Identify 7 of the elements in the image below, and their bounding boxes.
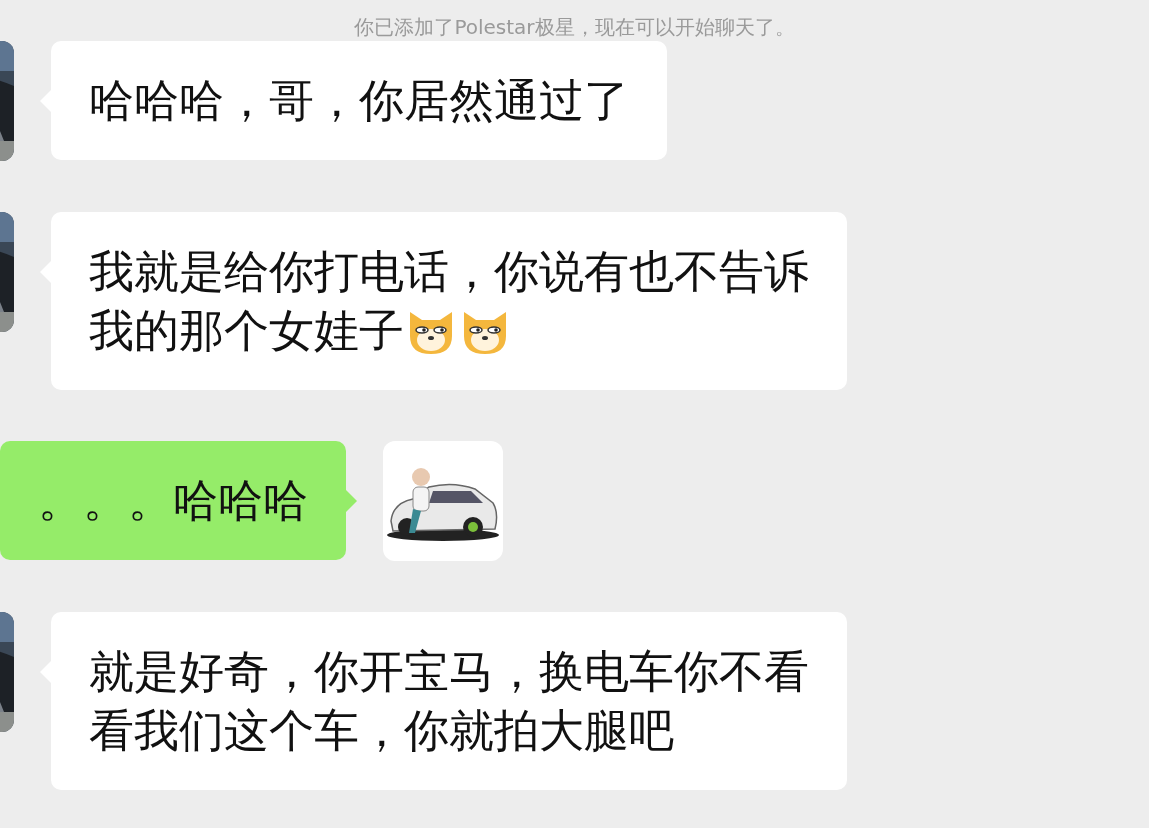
message-text: 就是好奇，你开宝马，换电车你不看 [89, 644, 809, 700]
message-text: 我的那个女娃子 [89, 303, 404, 359]
message-text: 我就是给你打电话，你说有也不告诉 [89, 244, 809, 300]
message-text: 看我们这个车，你就拍大腿吧 [89, 703, 674, 759]
system-notice: 你已添加了Polestar极星，现在可以开始聊天了。 [353, 14, 796, 41]
message-text: 。。。哈哈哈 [38, 473, 308, 529]
message-text: 哈哈哈，哥，你居然通过了 [89, 73, 629, 129]
